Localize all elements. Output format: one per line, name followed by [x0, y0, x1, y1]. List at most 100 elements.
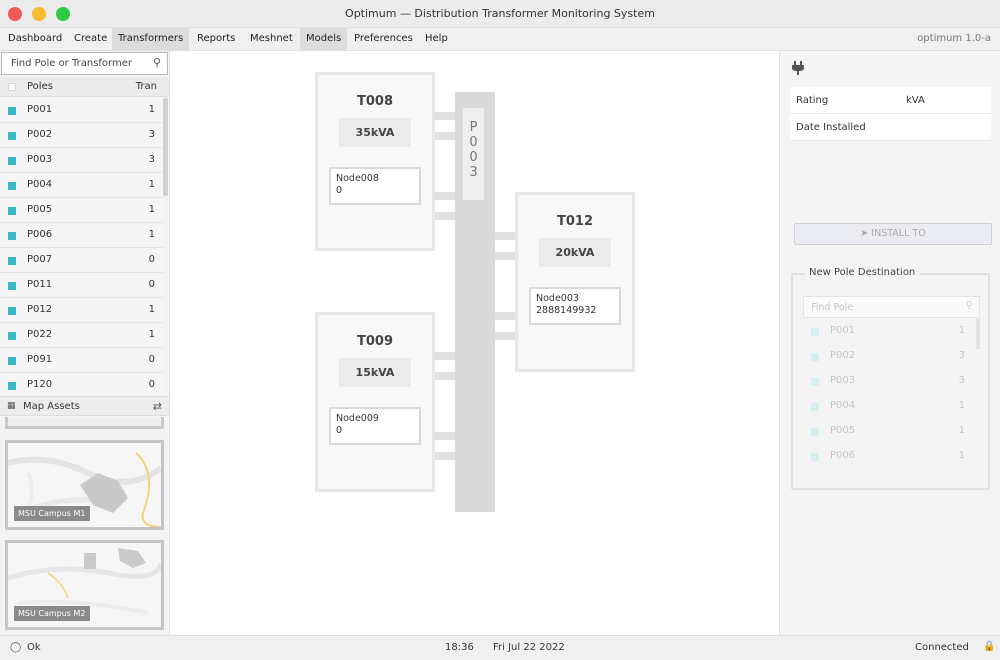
pole-name: P004 — [830, 400, 856, 411]
node-box[interactable]: Node009 0 — [329, 407, 421, 445]
pole-marker-icon — [8, 257, 16, 265]
pole-row[interactable]: P120 0 — [0, 373, 163, 396]
lock-icon[interactable]: 🔒 — [983, 641, 995, 652]
menu-create[interactable]: Create — [68, 28, 113, 50]
tran-column-header[interactable]: Tran — [136, 81, 157, 92]
destination-pole-row[interactable]: P004 1 — [803, 394, 975, 419]
pole-marker-icon — [8, 332, 16, 340]
pole-transformer-count: 0 — [148, 354, 155, 365]
pole-search-input[interactable]: Find Pole or Transformer ⚲ — [1, 52, 168, 75]
version-label: optimum 1.0-a — [917, 33, 991, 44]
transformer-rating: 20kVA — [539, 238, 611, 267]
node-box[interactable]: Node003 2888149932 — [529, 287, 621, 325]
destination-pole-row[interactable]: P006 1 — [803, 444, 975, 469]
menu-help[interactable]: Help — [419, 28, 454, 50]
destination-search-input[interactable]: Find Pole ⚲ — [803, 296, 980, 318]
pole-row[interactable]: P022 1 — [0, 323, 163, 348]
transformer-card-t008[interactable]: T008 35kVA Node008 0 — [315, 72, 435, 251]
pole-name: P004 — [27, 179, 53, 190]
pole-row[interactable]: P002 3 — [0, 123, 163, 148]
destination-pole-row[interactable]: P002 3 — [803, 344, 975, 369]
transformer-name: T009 — [356, 334, 393, 349]
pole-row[interactable]: P005 1 — [0, 198, 163, 223]
pole-row[interactable]: P011 0 — [0, 273, 163, 298]
pole-name: P002 — [27, 129, 53, 140]
pole-name: P006 — [27, 229, 53, 240]
pole-name: P002 — [830, 350, 856, 361]
destination-pole-row[interactable]: P005 1 — [803, 419, 975, 444]
pole-marker-icon — [8, 307, 16, 315]
pole-transformer-count: 0 — [148, 279, 155, 290]
destination-pole-row[interactable]: P001 1 — [803, 319, 975, 344]
node-value: 0 — [336, 185, 343, 196]
pole-name: P091 — [27, 354, 53, 365]
details-panel: Rating kVA Date Installed ➤ INSTALL TO N… — [779, 51, 1000, 635]
pole-transformer-count: 1 — [148, 104, 155, 115]
map-thumbnail-partial[interactable] — [5, 417, 164, 429]
connector-arm — [495, 332, 515, 340]
menu-reports[interactable]: Reports — [191, 28, 241, 50]
pole-transformer-count: 1 — [148, 304, 155, 315]
menu-models[interactable]: Models — [300, 28, 348, 50]
pole-row[interactable]: P091 0 — [0, 348, 163, 373]
pole-id-text: P003 — [469, 120, 478, 180]
destination-pole-row[interactable]: P003 3 — [803, 369, 975, 394]
new-pole-destination-group: New Pole Destination Find Pole ⚲ P001 1 P… — [791, 267, 990, 490]
menu-dashboard[interactable]: Dashboard — [2, 28, 68, 50]
search-icon[interactable]: ⚲ — [153, 56, 161, 69]
pole-marker-icon — [8, 357, 16, 365]
select-all-checkbox[interactable] — [8, 83, 16, 91]
pole-transformer-count: 3 — [148, 154, 155, 165]
menu-meshnet[interactable]: Meshnet — [244, 28, 299, 50]
pole-row[interactable]: P006 1 — [0, 223, 163, 248]
pole-transformer-count: 1 — [148, 204, 155, 215]
connection-status: Connected — [915, 642, 969, 653]
install-to-button[interactable]: ➤ INSTALL TO — [794, 223, 992, 245]
pole-transformer-count: 3 — [958, 375, 965, 386]
pole-row[interactable]: P001 1 — [0, 98, 163, 123]
menu-preferences[interactable]: Preferences — [348, 28, 419, 50]
connector-arm — [433, 432, 455, 440]
connector-arm — [433, 212, 455, 220]
pole-row[interactable]: P007 0 — [0, 248, 163, 273]
connector-arm — [433, 452, 455, 460]
pole-name: P012 — [27, 304, 53, 315]
rating-value: kVA — [906, 95, 925, 106]
pole-transformer-count: 1 — [958, 400, 965, 411]
pole-name: P005 — [830, 425, 856, 436]
map-thumbnail-label: MSU Campus M1 — [14, 506, 90, 521]
map-icon: ▦ — [7, 401, 16, 411]
node-box[interactable]: Node008 0 — [329, 167, 421, 205]
pole-list-scrollbar[interactable] — [163, 98, 168, 196]
connector-arm — [495, 312, 515, 320]
menu-transformers[interactable]: Transformers — [112, 28, 190, 50]
destination-list-scrollbar[interactable] — [976, 319, 980, 349]
connector-arm — [495, 252, 515, 260]
pole-marker-icon — [8, 232, 16, 240]
pole-name: P005 — [27, 204, 53, 215]
map-thumbnail-m2[interactable]: MSU Campus M2 — [5, 540, 164, 630]
connector-arm — [433, 372, 455, 380]
pole-marker-icon — [8, 207, 16, 215]
pole-row[interactable]: P004 1 — [0, 173, 163, 198]
connector-arm — [433, 192, 455, 200]
transformer-card-t012[interactable]: T012 20kVA Node003 2888149932 — [515, 192, 635, 372]
destination-search-placeholder: Find Pole — [811, 302, 854, 313]
transformer-name: T012 — [556, 214, 593, 229]
map-thumbnail-m1[interactable]: MSU Campus M1 — [5, 440, 164, 530]
pole-transformer-count: 3 — [958, 350, 965, 361]
plug-icon — [792, 61, 804, 79]
pole-marker-icon — [811, 428, 819, 436]
pole-name: P003 — [27, 154, 53, 165]
swap-icon[interactable]: ⇄ — [153, 400, 162, 413]
pole-transformer-count: 3 — [148, 129, 155, 140]
pole-marker-icon — [811, 453, 819, 461]
pole-row[interactable]: P012 1 — [0, 298, 163, 323]
poles-column-header[interactable]: Poles — [27, 81, 53, 92]
pole-row[interactable]: P003 3 — [0, 148, 163, 173]
transformer-card-t009[interactable]: T009 15kVA Node009 0 — [315, 312, 435, 492]
title-bar: Optimum — Distribution Transformer Monit… — [0, 0, 1000, 28]
pole-marker-icon — [8, 382, 16, 390]
pole-marker-icon — [8, 282, 16, 290]
node-name: Node008 — [336, 173, 379, 184]
